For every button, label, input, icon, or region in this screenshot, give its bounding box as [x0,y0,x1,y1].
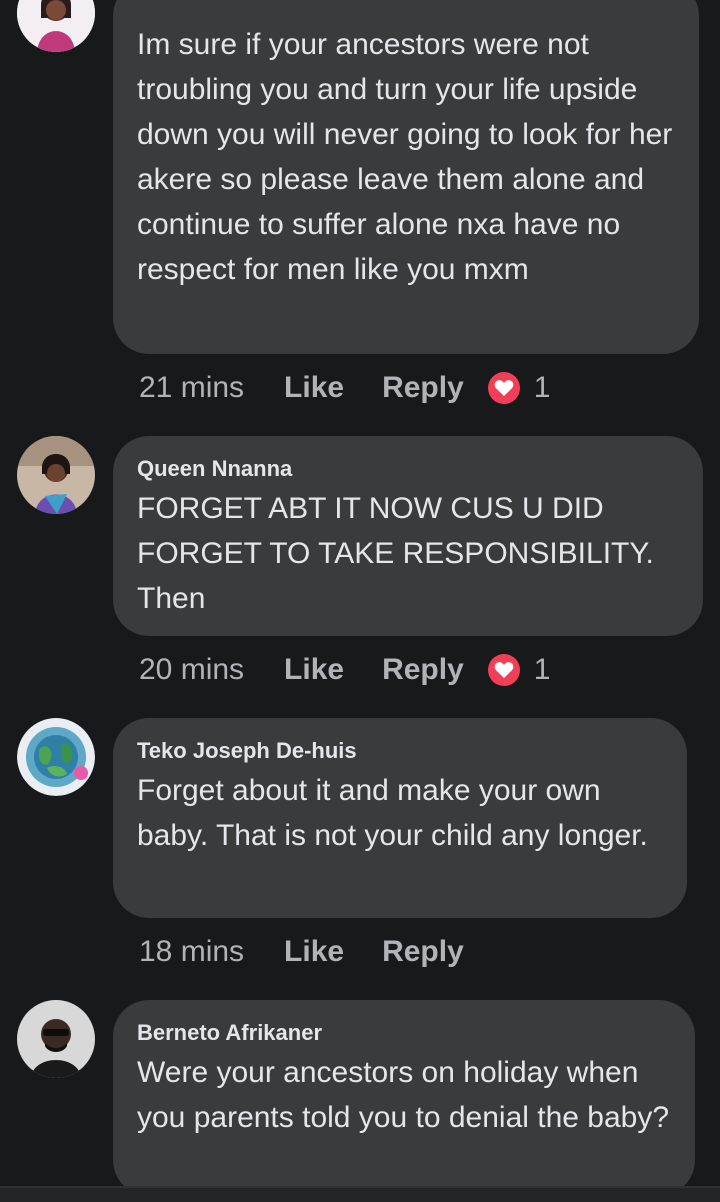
comment-bubble: Teko Joseph De-huis Forget about it and … [113,718,687,918]
like-button[interactable]: Like [284,371,344,405]
reaction-summary[interactable]: 1 [487,371,551,405]
comment-actions: 18 mins Like Reply [139,932,488,972]
comments-feed: Im sure if your ancestors were not troub… [0,0,720,1202]
comment-bubble: Berneto Afrikaner Were your ancestors on… [113,1000,695,1196]
like-button[interactable]: Like [284,935,344,969]
comment-timestamp: 20 mins [139,653,245,686]
avatar[interactable] [17,718,95,796]
comment-text: FORGET ABT IT NOW CUS U DID FORGET TO TA… [137,492,654,615]
reply-button[interactable]: Reply [382,371,464,405]
avatar-image [17,436,95,514]
avatar-image [17,1000,95,1078]
comment-text: Were your ancestors on holiday when you … [137,1056,670,1134]
comment-actions: 21 mins Like Reply 1 [139,368,550,408]
comment-text: Forget about it and make your own baby. … [137,774,648,852]
heart-icon [487,372,520,404]
reaction-summary[interactable]: 1 [487,653,551,687]
reply-button[interactable]: Reply [382,935,464,969]
like-button[interactable]: Like [284,653,344,687]
reaction-count: 1 [533,371,551,404]
comment-actions: 20 mins Like Reply 1 [139,650,550,690]
comment-text: Im sure if your ancestors were not troub… [137,28,673,286]
reply-button[interactable]: Reply [382,653,464,687]
avatar[interactable] [17,1000,95,1078]
heart-icon [487,654,520,686]
avatar-image [17,0,95,52]
comment-author[interactable]: Teko Joseph De-huis [137,738,663,764]
comment-timestamp: 18 mins [139,935,245,968]
avatar[interactable] [17,436,95,514]
comment-author[interactable]: Berneto Afrikaner [137,1020,671,1046]
avatar[interactable] [17,0,95,52]
reaction-count: 1 [533,653,551,686]
comment-bubble: Queen Nnanna FORGET ABT IT NOW CUS U DID… [113,436,703,636]
avatar-image [17,718,95,796]
comment-timestamp: 21 mins [139,371,245,404]
bottom-bar [0,1186,720,1202]
comment-bubble: Im sure if your ancestors were not troub… [113,0,699,354]
comment-author[interactable]: Queen Nnanna [137,456,679,482]
